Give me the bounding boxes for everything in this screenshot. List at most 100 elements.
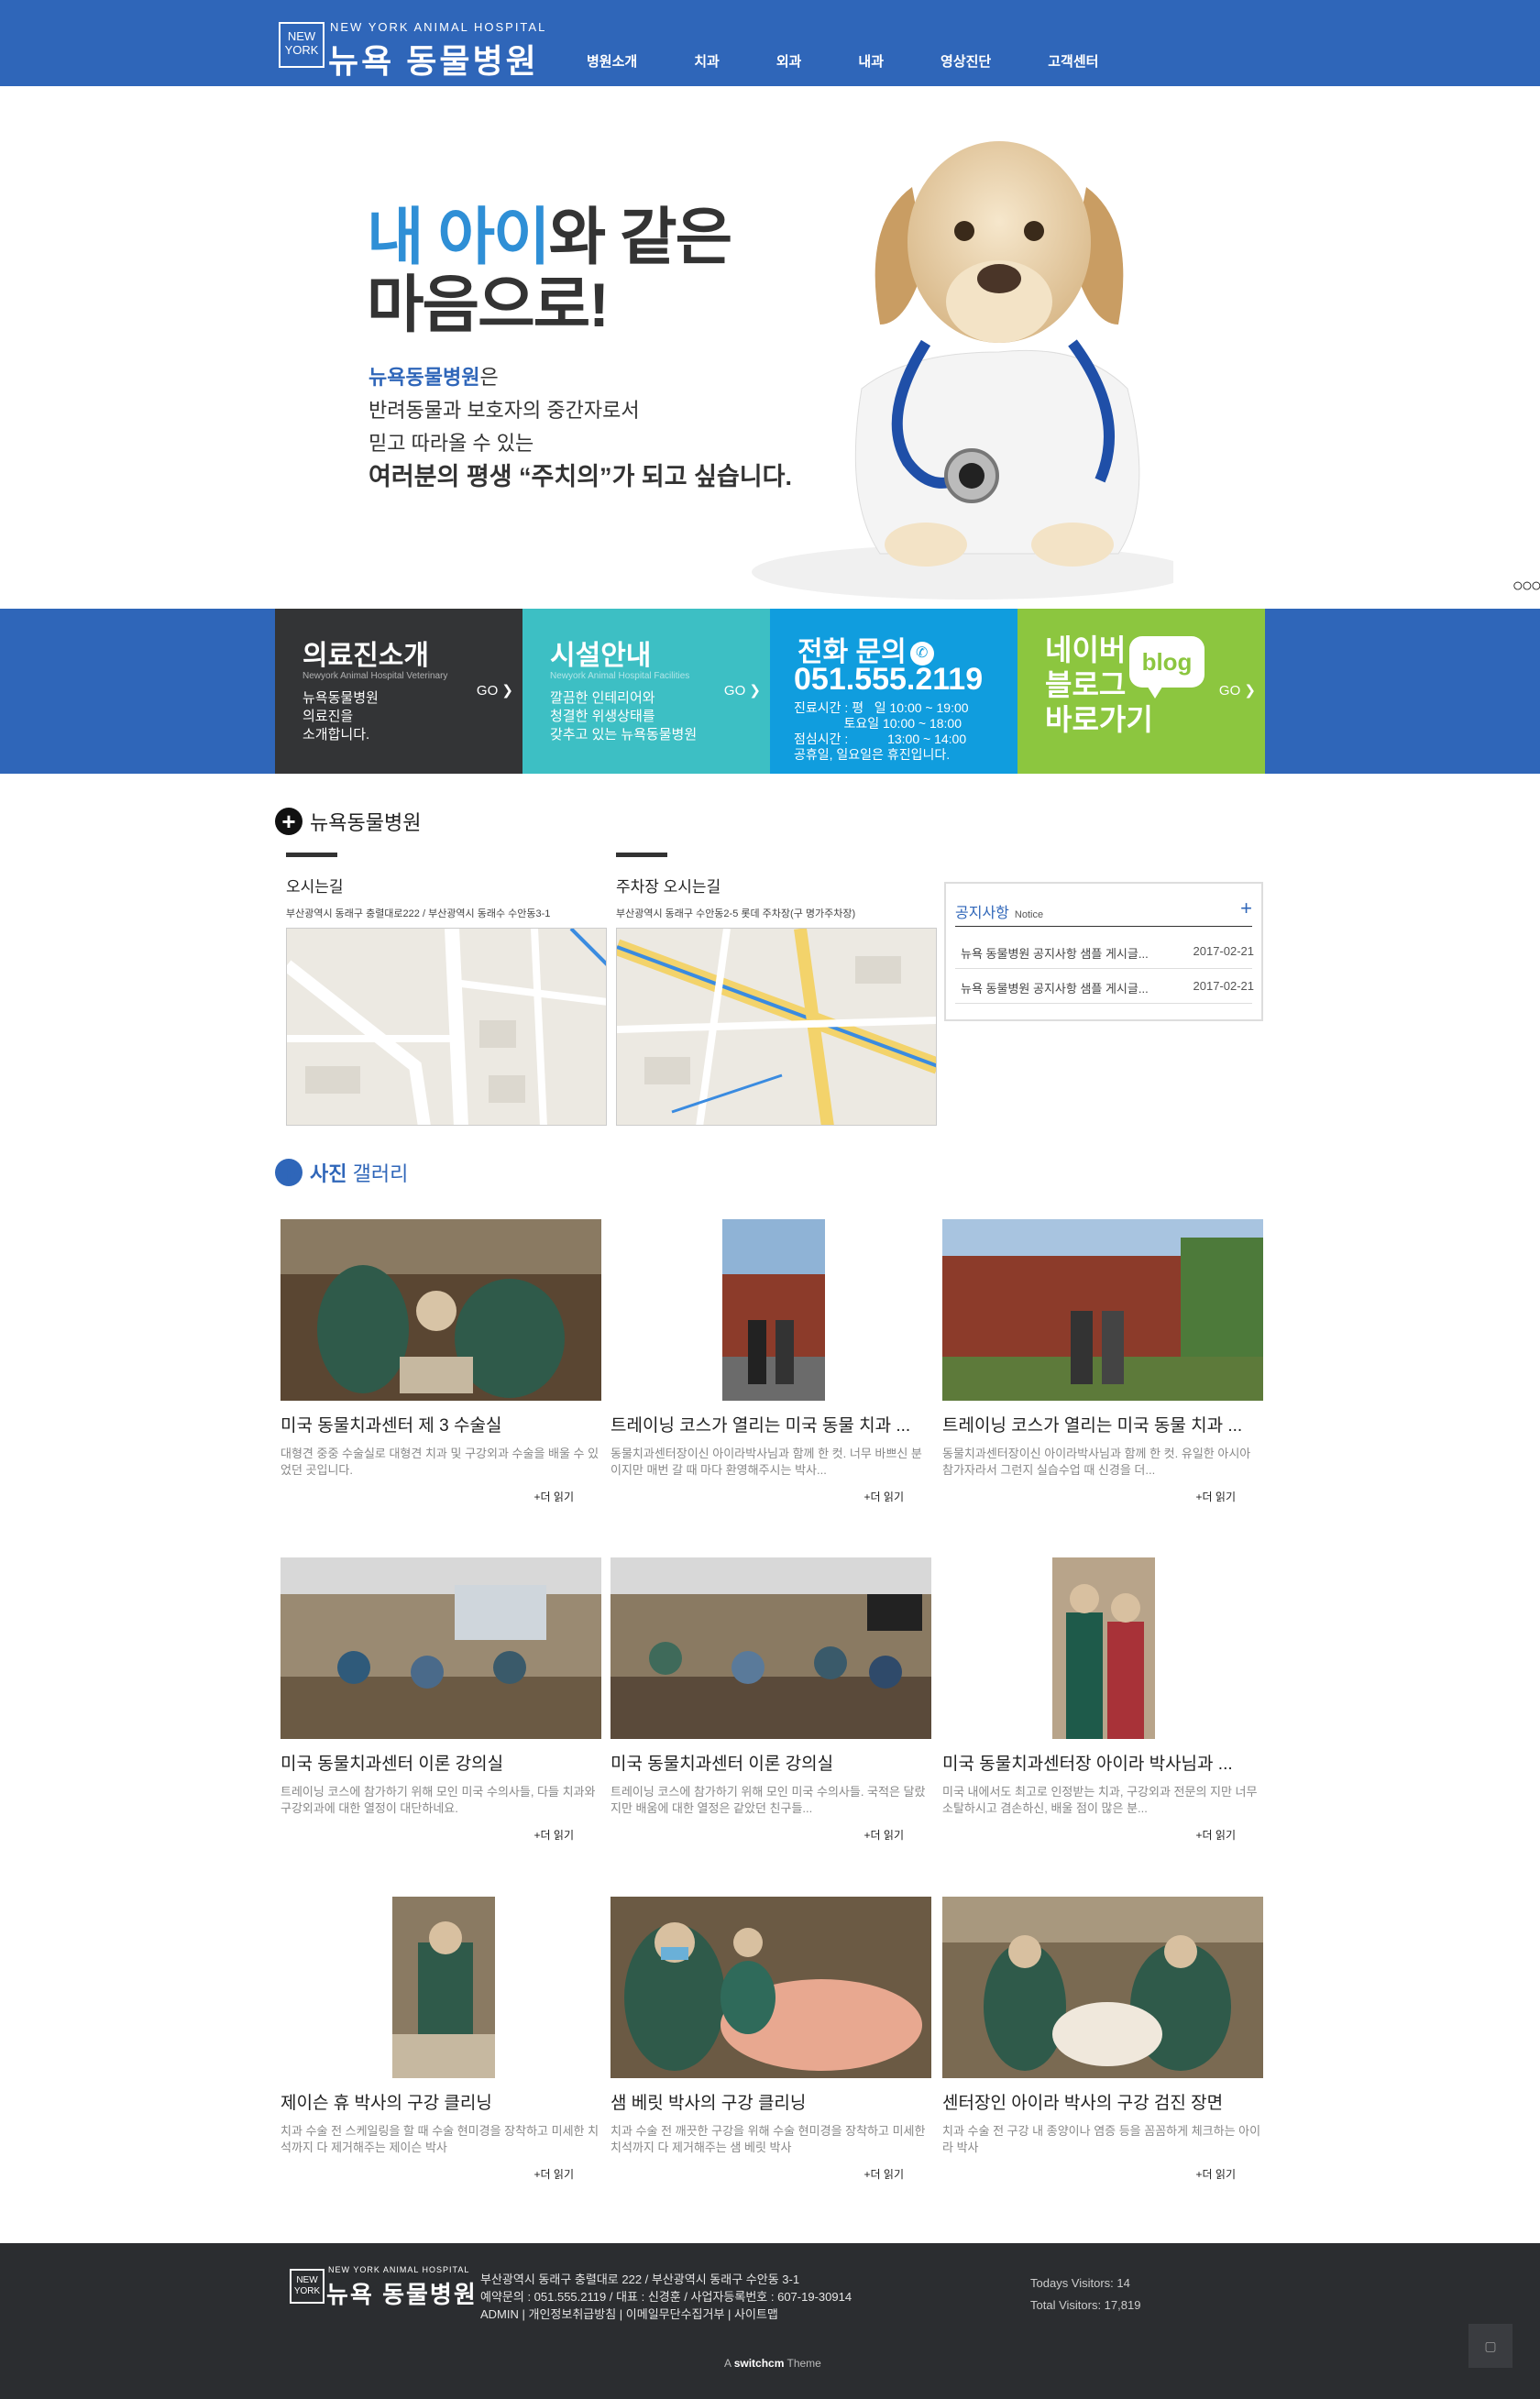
gallery-item[interactable]: 센터장인 아이라 박사의 구강 검진 장면 치과 수술 전 구강 내 종양이나 … <box>942 1897 1263 2181</box>
street-map-graphic <box>287 929 606 1125</box>
footer-link-privacy[interactable]: 개인정보취급방침 <box>529 2307 617 2321</box>
gallery-title[interactable]: 트레이닝 코스가 열리는 미국 동물 치과 ... <box>610 1412 931 1436</box>
read-more-link[interactable]: +더 읽기 <box>1196 2166 1236 2182</box>
promo-facilities-go[interactable]: GO ❯ <box>724 682 761 699</box>
gallery-photo[interactable] <box>942 1219 1263 1401</box>
gallery-title[interactable]: 미국 동물치과센터장 아이라 박사님과 ... <box>942 1750 1263 1775</box>
gallery-desc: 치과 수술 전 스케일링을 할 때 수술 현미경을 장착하고 미세한 치석까지 … <box>280 2124 600 2154</box>
nav-internal[interactable]: 내과 <box>858 0 884 86</box>
site-header: NEW YORK NEW YORK ANIMAL HOSPITAL 뉴욕 동물병… <box>0 0 1540 86</box>
promo-strip: 의료진소개 Newyork Animal Hospital Veterinary… <box>0 609 1540 774</box>
nav-customer[interactable]: 고객센터 <box>1048 0 1098 86</box>
footer-info: 부산광역시 동래구 충렬대로 222 / 부산광역시 동래구 수안동 3-1 예… <box>480 2271 852 2323</box>
promo-blog[interactable]: 네이버 블로그 바로가기 blog GO ❯ <box>1018 609 1265 774</box>
read-more-link[interactable]: +더 읽기 <box>534 1489 574 1504</box>
gallery-title[interactable]: 센터장인 아이라 박사의 구강 검진 장면 <box>942 2089 1263 2114</box>
gallery-photo[interactable] <box>280 1219 601 1401</box>
nav-dental[interactable]: 치과 <box>694 0 720 86</box>
logo-mark: NEW YORK <box>279 22 324 68</box>
notice-separator <box>955 1003 1252 1004</box>
gallery-item[interactable]: 미국 동물치과센터장 아이라 박사님과 ... 미국 내에서도 최고로 인정받는… <box>942 1557 1263 1842</box>
footer-link-sitemap[interactable]: 사이트맵 <box>734 2307 778 2321</box>
scroll-top-button[interactable]: ▢ <box>1468 2324 1512 2368</box>
notice-separator <box>955 968 1252 969</box>
gallery-photo[interactable] <box>280 1557 601 1739</box>
gallery-photo[interactable] <box>610 1557 931 1739</box>
read-more-link[interactable]: +더 읽기 <box>864 1827 904 1843</box>
hero-body-line2: 반려동물과 보호자의 중간자로서 <box>368 399 640 422</box>
notice-item[interactable]: 뉴욕 동물병원 공지사항 샘플 게시글... 2017-02-21 <box>961 944 1254 962</box>
gallery-photo[interactable] <box>942 1557 1263 1739</box>
read-more-link[interactable]: +더 읽기 <box>864 2166 904 2182</box>
footer-link-admin[interactable]: ADMIN <box>480 2307 519 2321</box>
nav-about[interactable]: 병원소개 <box>587 0 637 86</box>
gallery-photo[interactable] <box>942 1897 1263 2078</box>
map-parking-map[interactable] <box>616 928 937 1126</box>
gallery-desc: 치과 수술 전 구강 내 종양이나 염증 등을 꼼꼼하게 체크하는 아이라 박사 <box>942 2124 1261 2154</box>
promo-doctors-subtitle: Newyork Animal Hospital Veterinary <box>302 671 448 681</box>
gallery-title[interactable]: 제이슨 휴 박사의 구강 클리닝 <box>280 2089 601 2114</box>
promo-phone-hours: 진료시간 : 평 일 10:00 ~ 19:00 토요일 10:00 ~ 18:… <box>794 700 969 762</box>
credit-suffix: Theme <box>786 2357 821 2370</box>
notice-divider <box>955 926 1252 927</box>
gallery-desc: 대형견 중중 수술실로 대형견 치과 및 구강외과 수술을 배울 수 있었던 곳… <box>280 1447 600 1477</box>
hero-body-brand: 뉴욕동물병원 <box>368 366 480 389</box>
puppy-with-stethoscope-image <box>752 141 1173 600</box>
notice-title: 공지사항 Notice <box>955 900 1043 922</box>
plus-circle-icon: + <box>275 1159 302 1186</box>
gallery-photo[interactable] <box>610 1897 931 2078</box>
gallery-title[interactable]: 미국 동물치과센터 이론 강의실 <box>610 1750 931 1775</box>
notice-item[interactable]: 뉴욕 동물병원 공지사항 샘플 게시글... 2017-02-21 <box>961 979 1254 996</box>
nav-surgery[interactable]: 외과 <box>776 0 802 86</box>
gallery-item[interactable]: 미국 동물치과센터 이론 강의실 트레이닝 코스에 참가하기 위해 모인 미국 … <box>610 1557 931 1842</box>
read-more-link[interactable]: +더 읽기 <box>864 1489 904 1504</box>
footer-logo-mark: NEW YORK <box>290 2269 324 2304</box>
footer-link-email-policy[interactable]: 이메일무단수집거부 <box>626 2307 725 2321</box>
visitors-total: Total Visitors: 17,819 <box>1030 2298 1141 2312</box>
gallery-desc: 치과 수술 전 깨끗한 구강을 위해 수술 현미경을 장착하고 미세한 치석까지… <box>610 2124 926 2154</box>
read-more-link[interactable]: +더 읽기 <box>534 1827 574 1843</box>
gallery-item[interactable]: 샘 베릿 박사의 구강 클리닝 치과 수술 전 깨끗한 구강을 위해 수술 현미… <box>610 1897 931 2181</box>
credit-prefix: A <box>724 2357 732 2370</box>
read-more-link[interactable]: +더 읽기 <box>1196 1489 1236 1504</box>
notice-more-button[interactable]: + <box>1240 897 1252 920</box>
map-directions-map[interactable] <box>286 928 607 1126</box>
gallery-item[interactable]: 트레이닝 코스가 열리는 미국 동물 치과 ... 동물치과센터장이신 아이라박… <box>610 1219 931 1503</box>
read-more-link[interactable]: +더 읽기 <box>534 2166 574 2182</box>
plus-circle-icon: + <box>275 808 302 835</box>
gallery-item[interactable]: 미국 동물치과센터 제 3 수술실 대형견 중중 수술실로 대형견 치과 및 구… <box>280 1219 601 1503</box>
promo-blog-go[interactable]: GO ❯ <box>1219 682 1256 699</box>
site-logo[interactable]: NEW YORK NEW YORK ANIMAL HOSPITAL 뉴욕 동물병… <box>279 20 554 80</box>
credit-brand[interactable]: switchcm <box>734 2357 785 2370</box>
promo-doctors[interactable]: 의료진소개 Newyork Animal Hospital Veterinary… <box>275 609 522 774</box>
read-more-link[interactable]: +더 읽기 <box>1196 1827 1236 1843</box>
promo-doctors-go[interactable]: GO ❯ <box>477 682 513 699</box>
gallery-title[interactable]: 트레이닝 코스가 열리는 미국 동물 치과 ... <box>942 1412 1263 1436</box>
gallery-photo[interactable] <box>280 1897 601 2078</box>
street-map-graphic <box>617 929 936 1125</box>
gallery-item[interactable]: 미국 동물치과센터 이론 강의실 트레이닝 코스에 참가하기 위해 모인 미국 … <box>280 1557 601 1842</box>
gallery-title[interactable]: 샘 베릿 박사의 구강 클리닝 <box>610 2089 931 2114</box>
title-bar <box>616 853 667 857</box>
hero-body-line3: 믿고 따라올 수 있는 <box>368 432 534 455</box>
promo-phone-number[interactable]: 051.555.2119 <box>794 662 983 698</box>
promo-facilities[interactable]: 시설안내 Newyork Animal Hospital Facilities … <box>522 609 770 774</box>
notice-item-title: 뉴욕 동물병원 공지사항 샘플 게시글... <box>961 982 1149 996</box>
promo-facilities-subtitle: Newyork Animal Hospital Facilities <box>550 671 690 681</box>
gallery-item[interactable]: 트레이닝 코스가 열리는 미국 동물 치과 ... 동물치과센터장이신 아이라박… <box>942 1219 1263 1503</box>
gallery-heading: + 사진 갤러리 <box>275 1158 408 1187</box>
gallery-title[interactable]: 미국 동물치과센터 제 3 수술실 <box>280 1412 601 1436</box>
gallery-photo[interactable] <box>610 1219 931 1401</box>
main-nav: 병원소개 치과 외과 내과 영상진단 고객센터 <box>587 0 1155 86</box>
map-parking-address: 부산광역시 동래구 수안동2-5 롯데 주차장(구 명가주차장) <box>616 908 856 919</box>
gallery-title[interactable]: 미국 동물치과센터 이론 강의실 <box>280 1750 601 1775</box>
promo-facilities-desc: 깔끔한 인테리어와 청결한 위생상태를 갖추고 있는 뉴욕동물병원 <box>550 690 698 743</box>
gallery-item[interactable]: 제이슨 휴 박사의 구강 클리닝 치과 수술 전 스케일링을 할 때 수술 현미… <box>280 1897 601 2181</box>
promo-doctors-desc: 뉴욕동물병원 의료진을 소개합니다. <box>302 690 379 743</box>
footer-logo[interactable]: NEW YORK NEW YORK ANIMAL HOSPITAL 뉴욕 동물병… <box>290 2265 476 2308</box>
hero-banner: 내 아이와 같은 마음으로! 뉴욕동물병원은 반려동물과 보호자의 중간자로서 … <box>0 86 1540 609</box>
hero-title: 내 아이와 같은 마음으로! <box>367 204 732 339</box>
nav-imaging[interactable]: 영상진단 <box>940 0 991 86</box>
map-directions-title: 오시는길 <box>286 878 344 896</box>
slider-dots[interactable]: ○○○ <box>1512 576 1540 597</box>
